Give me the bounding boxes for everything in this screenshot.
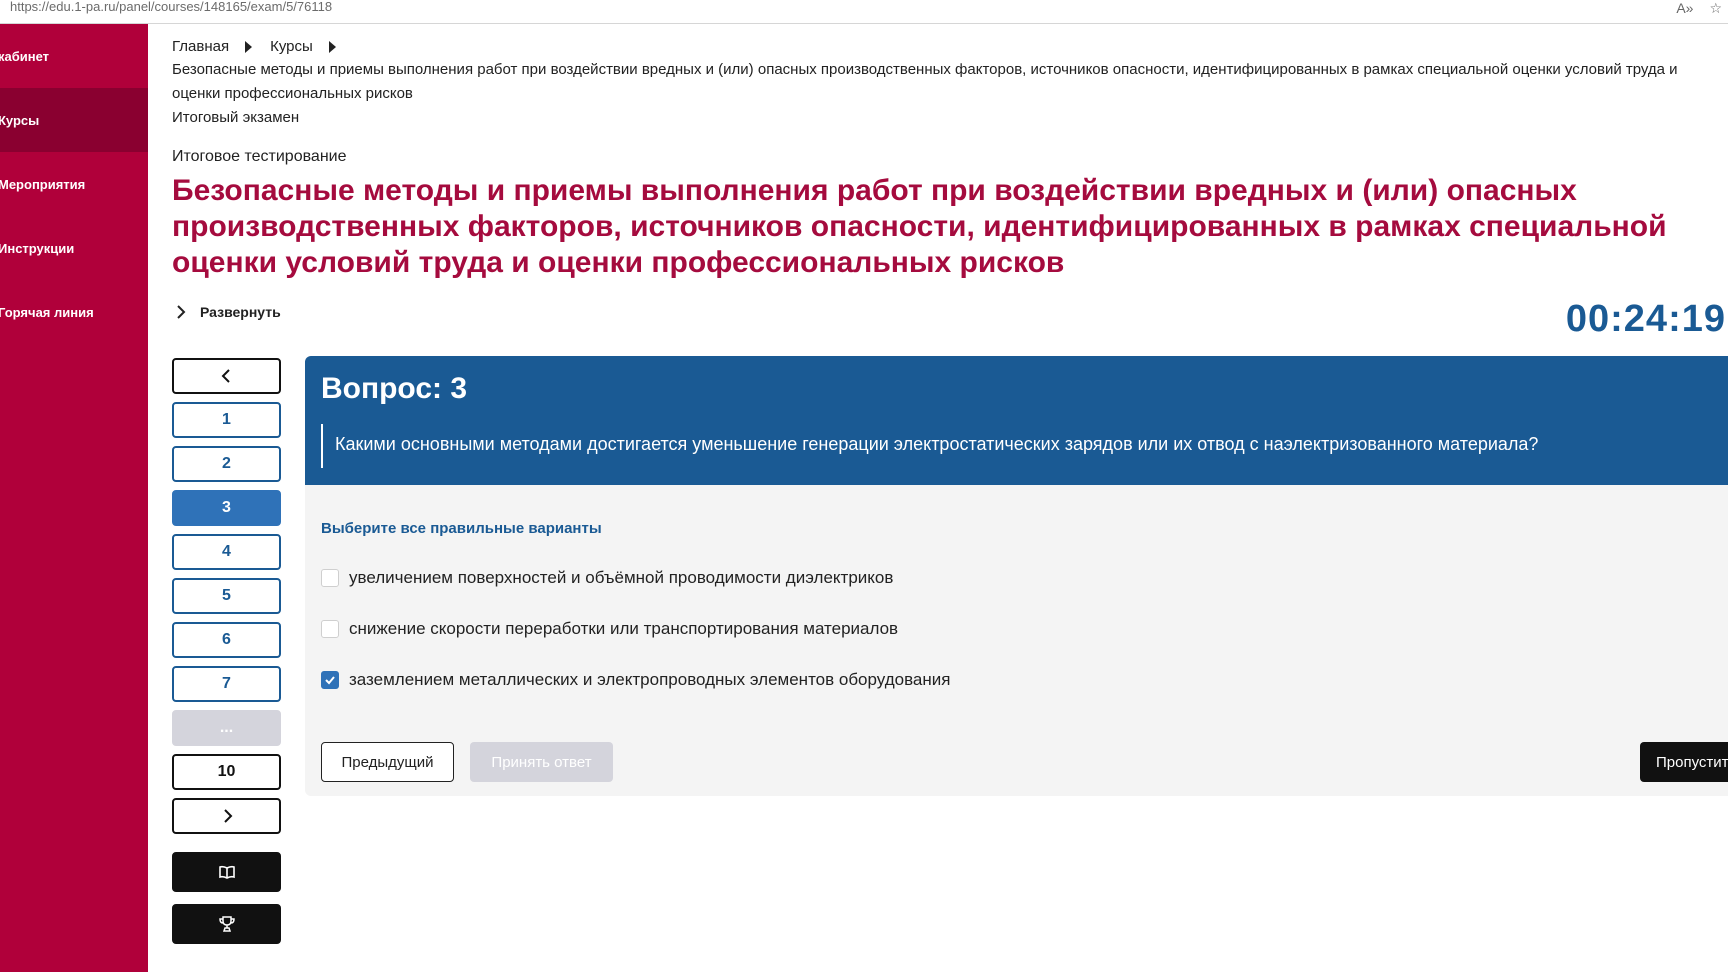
check-icon — [325, 676, 335, 685]
results-button[interactable] — [172, 904, 281, 944]
answer-option-label: увеличением поверхностей и объёмной пров… — [349, 568, 894, 587]
question-button-7[interactable]: 7 — [172, 666, 281, 702]
sidebar-item-events[interactable]: Мероприятия — [0, 152, 148, 216]
question-text: Какими основными методами достигается ум… — [335, 434, 1539, 454]
question-navigation: 1 2 3 4 5 6 7 ... 10 — [172, 358, 281, 956]
answer-option-2[interactable]: снижение скорости переработки или трансп… — [321, 619, 898, 639]
page-title: Безопасные методы и приемы выполнения ра… — [172, 174, 1667, 279]
breadcrumb-arrow-icon — [245, 41, 253, 53]
sidebar-item-courses[interactable]: Курсы — [0, 88, 148, 152]
breadcrumb-course[interactable]: Безопасные методы и приемы выполнения ра… — [172, 58, 1712, 106]
question-button-10[interactable]: 10 — [172, 754, 281, 790]
expand-toggle[interactable]: Развернуть — [174, 304, 281, 320]
chevron-right-icon — [177, 305, 186, 319]
sidebar-item-hotline[interactable]: Горячая линия — [0, 280, 148, 344]
browser-address-bar: https://edu.1-pa.ru/panel/courses/148165… — [0, 0, 1728, 24]
page-subtitle: Итоговое тестирование — [172, 148, 347, 165]
answer-option-label: заземлением металлических и электропрово… — [349, 670, 951, 689]
skip-button[interactable]: Пропустить — [1640, 742, 1728, 782]
sidebar-item-label: Курсы — [0, 112, 40, 128]
expand-label: Развернуть — [200, 304, 281, 320]
breadcrumb: Главная Курсы Безопасные методы и приемы… — [172, 36, 1712, 130]
accept-answer-button[interactable]: Принять ответ — [470, 742, 613, 782]
checkbox[interactable] — [321, 569, 339, 587]
question-button-3[interactable]: 3 — [172, 490, 281, 526]
trophy-icon — [218, 916, 235, 932]
question-button-1[interactable]: 1 — [172, 402, 281, 438]
question-button-4[interactable]: 4 — [172, 534, 281, 570]
materials-button[interactable] — [172, 852, 281, 892]
sidebar-item-label: Горячая линия — [0, 304, 94, 320]
breadcrumb-exam[interactable]: Итоговый экзамен — [172, 106, 1712, 130]
answer-option-1[interactable]: увеличением поверхностей и объёмной пров… — [321, 568, 893, 588]
sidebar-item-cabinet[interactable]: кабинет — [0, 24, 148, 88]
question-number: Вопрос: 3 — [321, 372, 468, 405]
question-ellipsis: ... — [172, 710, 281, 746]
question-button-5[interactable]: 5 — [172, 578, 281, 614]
breadcrumb-home[interactable]: Главная — [172, 35, 229, 59]
checkbox-checked[interactable] — [321, 671, 339, 689]
sidebar-item-label: Инструкции — [0, 240, 75, 256]
sidebar: кабинет Курсы Мероприятия Инструкции Гор… — [0, 24, 148, 972]
question-header: Вопрос: 3 Какими основными методами дост… — [305, 356, 1728, 485]
sidebar-item-label: Мероприятия — [0, 176, 86, 192]
question-text-bar — [321, 424, 323, 468]
checkbox[interactable] — [321, 620, 339, 638]
chevron-right-icon — [223, 809, 232, 823]
read-aloud-icon[interactable]: A» — [1676, 1, 1693, 15]
sidebar-item-label: кабинет — [0, 48, 50, 64]
breadcrumb-arrow-icon — [328, 41, 336, 53]
answer-option-3[interactable]: заземлением металлических и электропрово… — [321, 670, 950, 690]
answer-hint: Выберите все правильные варианты — [321, 520, 602, 537]
question-button-2[interactable]: 2 — [172, 446, 281, 482]
answer-option-label: снижение скорости переработки или трансп… — [349, 619, 899, 638]
prev-question-button[interactable] — [172, 358, 281, 394]
sidebar-item-instructions[interactable]: Инструкции — [0, 216, 148, 280]
question-panel: Вопрос: 3 Какими основными методами дост… — [305, 356, 1728, 796]
favorite-star-icon[interactable]: ☆ — [1709, 1, 1722, 15]
question-button-6[interactable]: 6 — [172, 622, 281, 658]
breadcrumb-courses[interactable]: Курсы — [270, 35, 313, 59]
url-field[interactable]: https://edu.1-pa.ru/panel/courses/148165… — [10, 0, 332, 14]
previous-button[interactable]: Предыдущий — [321, 742, 454, 782]
exam-timer: 00:24:19 — [1565, 298, 1726, 340]
next-question-button[interactable] — [172, 798, 281, 834]
chevron-left-icon — [221, 369, 230, 383]
book-icon — [218, 865, 235, 879]
